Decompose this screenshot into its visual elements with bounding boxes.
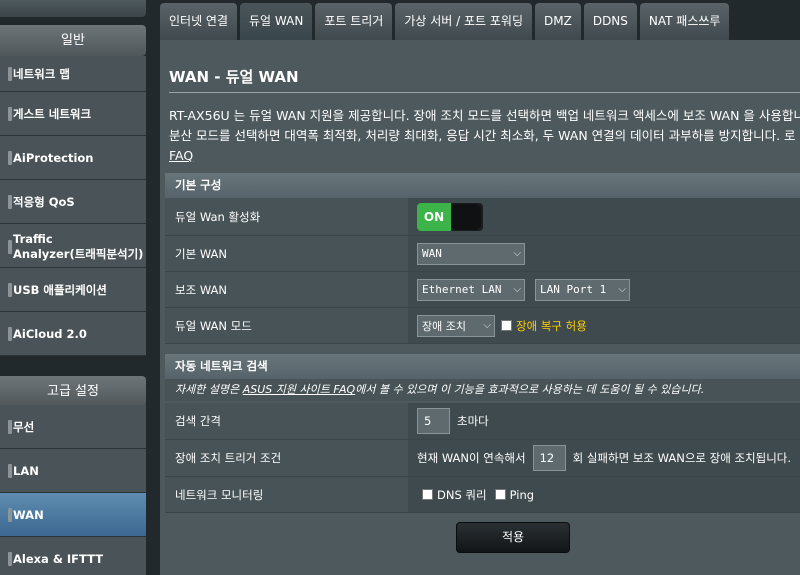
sidebar-item-usb-application[interactable]: USB 애플리케이션 [0,268,146,312]
sidebar-group-advanced: 무선 LAN WAN Alexa & IFTTT [0,405,146,575]
row-secondary-wan: 보조 WAN Ethernet LAN ⌵ LAN Port 1 ⌵ [165,272,800,308]
alexa-icon [8,551,12,566]
tab-dmz[interactable]: DMZ [535,3,581,40]
sidebar-top-edge [0,0,146,17]
tab-dual-wan[interactable]: 듀얼 WAN [240,3,313,40]
row-detection-interval: 검색 간격 5 초마다 [165,403,800,440]
toggle-knob [451,203,481,230]
label-failover-trigger: 장애 조치 트리거 조건 [165,440,408,477]
guest-network-icon [8,106,12,121]
label-dual-wan-mode: 듀얼 WAN 모드 [165,308,408,344]
sidebar-header-general: 일반 [0,25,146,56]
lan-icon [8,463,12,478]
sidebar-item-network-map[interactable]: 네트워크 맵 [0,56,146,92]
row-dual-wan-mode: 듀얼 WAN 모드 장애 조치 ⌵ 장애 복구 허용 [165,308,800,344]
sidebar-item-aiprotection[interactable]: AiProtection [0,136,146,180]
dns-query-checkbox[interactable] [422,489,433,500]
auto-detection-hint: 자세한 설명은 ASUS 지원 사이트 FAQ에서 볼 수 있으며 이 기능을 … [165,379,800,401]
secondary-port-select[interactable]: LAN Port 1 ⌵ [535,278,630,301]
interval-input[interactable]: 5 [417,408,450,434]
wireless-icon [8,419,12,434]
apply-button[interactable]: 적용 [456,522,570,553]
aiprotection-icon [8,150,12,165]
ping-checkbox[interactable] [494,489,506,500]
page-description: RT-AX56U 는 듀얼 WAN 지원을 제공합니다. 장애 조치 모드를 선… [169,108,800,163]
sidebar-item-traffic-analyzer[interactable]: Traffic Analyzer(트래픽분석기) [0,224,146,268]
label-primary-wan: 기본 WAN [165,236,408,272]
title-divider [169,92,800,93]
section-header-auto-detection: 자동 네트워크 검색 [165,354,800,379]
tab-bar: 인터넷 연결 듀얼 WAN 포트 트리거 가상 서버 / 포트 포워딩 DMZ … [160,3,732,40]
dual-wan-toggle[interactable]: ON [417,202,483,231]
sidebar-group-general: 네트워크 맵 게스트 네트워크 AiProtection 적응형 QoS Tra… [0,56,146,356]
row-network-monitoring: 네트워크 모니터링 DNS 쿼리 Ping [165,477,800,513]
chevron-down-icon: ⌵ [483,320,491,331]
row-failover-trigger: 장애 조치 트리거 조건 현재 WAN이 연속해서 12 회 실패하면 보조 W… [165,440,800,477]
section-header-basic-config: 기본 구성 [165,173,800,198]
failback-checkbox[interactable] [501,320,512,331]
sidebar-header-advanced: 고급 설정 [0,376,146,407]
aicloud-icon [8,326,12,341]
traffic-analyzer-icon [8,239,12,254]
page-title: WAN - 듀얼 WAN [169,68,299,86]
label-network-monitoring: 네트워크 모니터링 [165,477,408,513]
network-map-icon [8,66,12,81]
tab-internet-connection[interactable]: 인터넷 연결 [160,3,238,40]
sidebar-item-wan[interactable]: WAN [0,493,146,537]
sidebar-item-adaptive-qos[interactable]: 적응형 QoS [0,180,146,224]
tab-port-trigger[interactable]: 포트 트리거 [315,3,393,40]
qos-icon [8,194,12,209]
tab-ddns[interactable]: DDNS [583,3,637,40]
faq-link[interactable]: FAQ [169,148,193,163]
trigger-count-input[interactable]: 12 [532,445,566,471]
dual-wan-mode-select[interactable]: 장애 조치 ⌵ [417,314,495,337]
label-secondary-wan: 보조 WAN [165,272,408,308]
sidebar-item-wireless[interactable]: 무선 [0,405,146,449]
tab-nat-passthrough[interactable]: NAT 패스쓰루 [639,3,730,40]
chevron-down-icon: ⌵ [513,248,521,259]
row-primary-wan: 기본 WAN WAN ⌵ [165,236,800,272]
label-detection-interval: 검색 간격 [165,403,408,440]
asus-faq-link[interactable]: ASUS 지원 사이트 FAQ [243,383,356,396]
ping-label: Ping [509,487,535,502]
row-enable-dual-wan: 듀얼 Wan 활성화 ON [165,198,800,236]
chevron-down-icon: ⌵ [513,284,521,295]
usb-icon [8,282,12,297]
chevron-down-icon: ⌵ [618,284,626,295]
dns-query-label: DNS 쿼리 [437,487,487,502]
sidebar-item-alexa-ifttt[interactable]: Alexa & IFTTT [0,537,146,575]
secondary-wan-select[interactable]: Ethernet LAN ⌵ [417,278,525,301]
sidebar-item-lan[interactable]: LAN [0,449,146,493]
sidebar-item-aicloud[interactable]: AiCloud 2.0 [0,312,146,356]
failback-label: 장애 복구 허용 [516,318,587,333]
sidebar: 일반 네트워크 맵 게스트 네트워크 AiProtection 적응형 QoS … [0,0,147,575]
main-panel: WAN - 듀얼 WAN RT-AX56U 는 듀얼 WAN 지원을 제공합니다… [160,40,800,575]
sidebar-item-guest-network[interactable]: 게스트 네트워크 [0,92,146,136]
tab-virtual-server[interactable]: 가상 서버 / 포트 포워딩 [395,3,532,40]
wan-icon [8,507,12,522]
label-enable-dual-wan: 듀얼 Wan 활성화 [165,198,408,236]
primary-wan-select[interactable]: WAN ⌵ [417,242,525,265]
